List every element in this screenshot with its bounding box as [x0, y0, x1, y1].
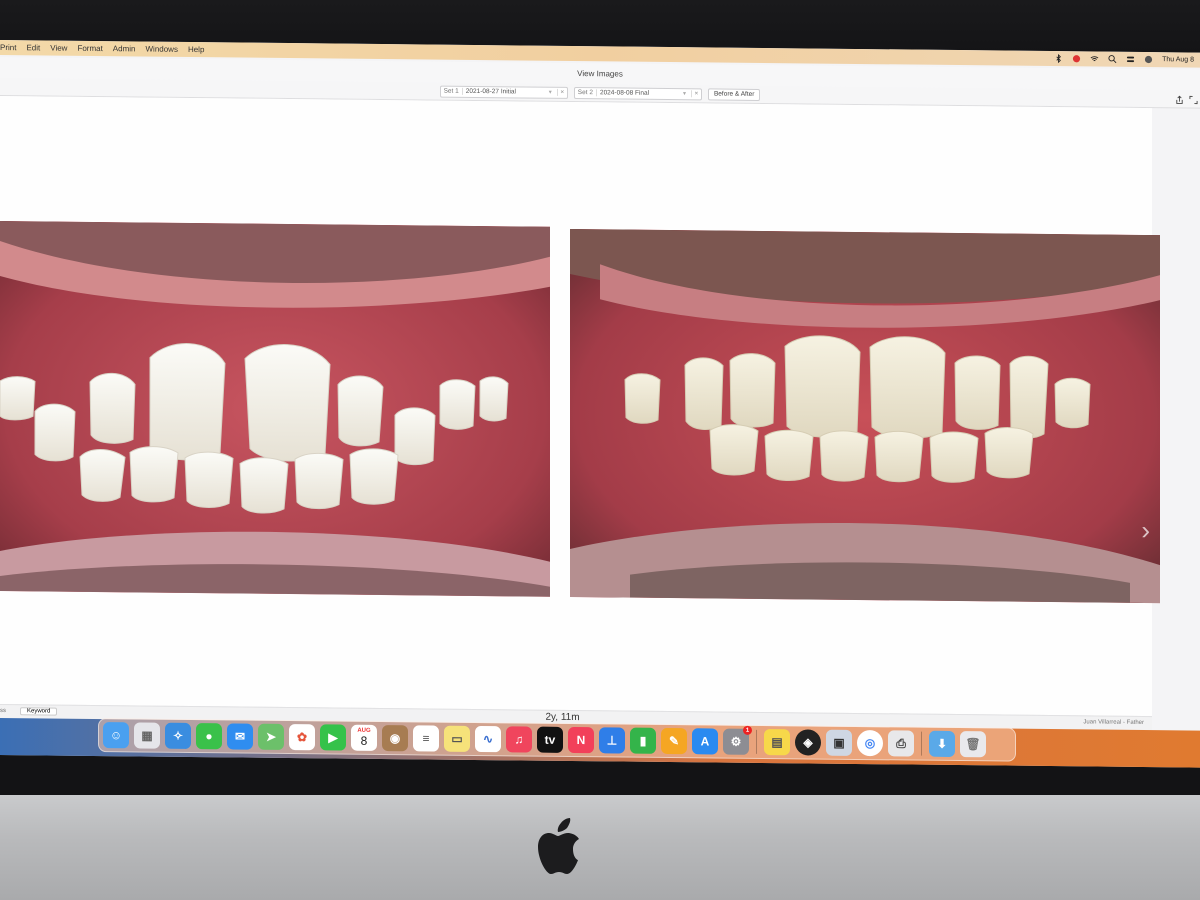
dock-separator — [756, 729, 757, 754]
set1-selector[interactable]: Set 1 2021-08-27 Initial ▾ × — [439, 85, 568, 99]
tv-icon[interactable]: tv — [537, 726, 563, 753]
messages-icon[interactable]: ● — [196, 723, 222, 750]
apple-logo — [538, 818, 579, 874]
menu-bar-status: Thu Aug 8 — [1054, 54, 1194, 64]
chevron-down-icon[interactable]: ▾ — [549, 89, 557, 96]
image-viewer: › — [0, 96, 1160, 717]
set2-value[interactable]: 2024-08-08 Final — [597, 89, 683, 97]
imac-screen: Print Edit View Format Admin Windows Hel… — [0, 40, 1200, 768]
keynote-icon[interactable]: ⊥ — [599, 727, 625, 754]
before-photo[interactable] — [0, 221, 550, 597]
set2-clear-button[interactable]: × — [690, 90, 701, 98]
music-icon[interactable]: ♫ — [506, 726, 532, 753]
window-title: View Images — [577, 69, 623, 79]
reminders-icon[interactable]: ≡ — [413, 725, 439, 752]
preview-icon[interactable]: ▣ — [826, 729, 852, 756]
pages-icon[interactable]: ✎ — [661, 727, 687, 755]
control-center-icon[interactable] — [1126, 55, 1135, 64]
facetime-icon[interactable]: ▶ — [320, 724, 346, 751]
chrome-icon[interactable]: ◎ — [857, 729, 883, 757]
menu-admin[interactable]: Admin — [113, 44, 136, 53]
before-after-button[interactable]: Before & After — [707, 87, 761, 101]
menu-view[interactable]: View — [50, 44, 67, 53]
set2-label: Set 2 — [574, 89, 597, 97]
set1-label: Set 1 — [440, 87, 463, 95]
photos-icon[interactable]: ✿ — [289, 724, 315, 751]
menu-edit[interactable]: Edit — [26, 43, 40, 52]
user-label: Juan Villarreal - Father — [1083, 719, 1144, 726]
printer-icon[interactable]: ⎙ — [888, 730, 914, 757]
next-image-arrow-icon[interactable]: › — [1141, 515, 1150, 546]
calendar-icon[interactable]: AUG 8 — [351, 724, 377, 751]
contacts-icon[interactable]: ◉ — [382, 725, 408, 752]
expand-icon[interactable] — [1189, 95, 1198, 105]
monitor-chin — [0, 795, 1200, 900]
app-store-badge: 1 — [743, 725, 752, 735]
menu-windows[interactable]: Windows — [145, 45, 177, 54]
numbers-icon[interactable]: ▮ — [630, 727, 656, 754]
set1-clear-button[interactable]: × — [556, 88, 567, 96]
launchpad-icon[interactable]: ▦ — [134, 722, 160, 749]
camo-status-icon[interactable] — [1072, 54, 1081, 63]
siri-icon[interactable] — [1144, 55, 1153, 64]
stickies-icon[interactable]: ▤ — [764, 729, 790, 756]
after-teeth-illustration — [570, 228, 1160, 604]
freeform-icon[interactable]: ∿ — [475, 725, 501, 753]
mail-icon[interactable]: ✉ — [227, 723, 253, 750]
calendar-day: 8 — [360, 733, 368, 748]
menu-help[interactable]: Help — [188, 45, 204, 54]
dock-separator — [921, 731, 922, 756]
system-settings-icon[interactable]: ⚙ 1 — [723, 725, 752, 755]
before-teeth-illustration — [0, 221, 550, 597]
menu-print[interactable]: Print — [0, 43, 16, 52]
menu-bar-clock[interactable]: Thu Aug 8 — [1162, 56, 1194, 63]
safari-icon[interactable]: ✧ — [165, 722, 191, 750]
downloads-icon[interactable]: ⬇ — [929, 730, 955, 758]
menu-format[interactable]: Format — [77, 44, 102, 53]
after-photo[interactable]: › — [570, 228, 1160, 604]
share-icon[interactable] — [1175, 95, 1184, 104]
finder-icon[interactable]: ☺ — [103, 722, 129, 749]
spotlight-icon[interactable] — [1108, 55, 1117, 64]
notes-icon[interactable]: ▭ — [444, 725, 470, 752]
menu-items: Print Edit View Format Admin Windows Hel… — [0, 43, 214, 54]
set2-selector[interactable]: Set 2 2024-08-08 Final ▾ × — [573, 86, 702, 100]
bluetooth-icon[interactable] — [1054, 54, 1063, 64]
chevron-down-icon[interactable]: ▾ — [683, 90, 691, 97]
maps-icon[interactable]: ➤ — [258, 723, 284, 750]
news-icon[interactable]: N — [568, 726, 594, 754]
wifi-icon[interactable] — [1090, 54, 1099, 63]
trash-icon[interactable]: 🗑 — [960, 731, 986, 758]
set1-value[interactable]: 2021-08-27 Initial — [463, 88, 549, 96]
app-store-icon[interactable]: A — [692, 728, 718, 755]
camo-icon[interactable]: ◈ — [795, 729, 821, 756]
